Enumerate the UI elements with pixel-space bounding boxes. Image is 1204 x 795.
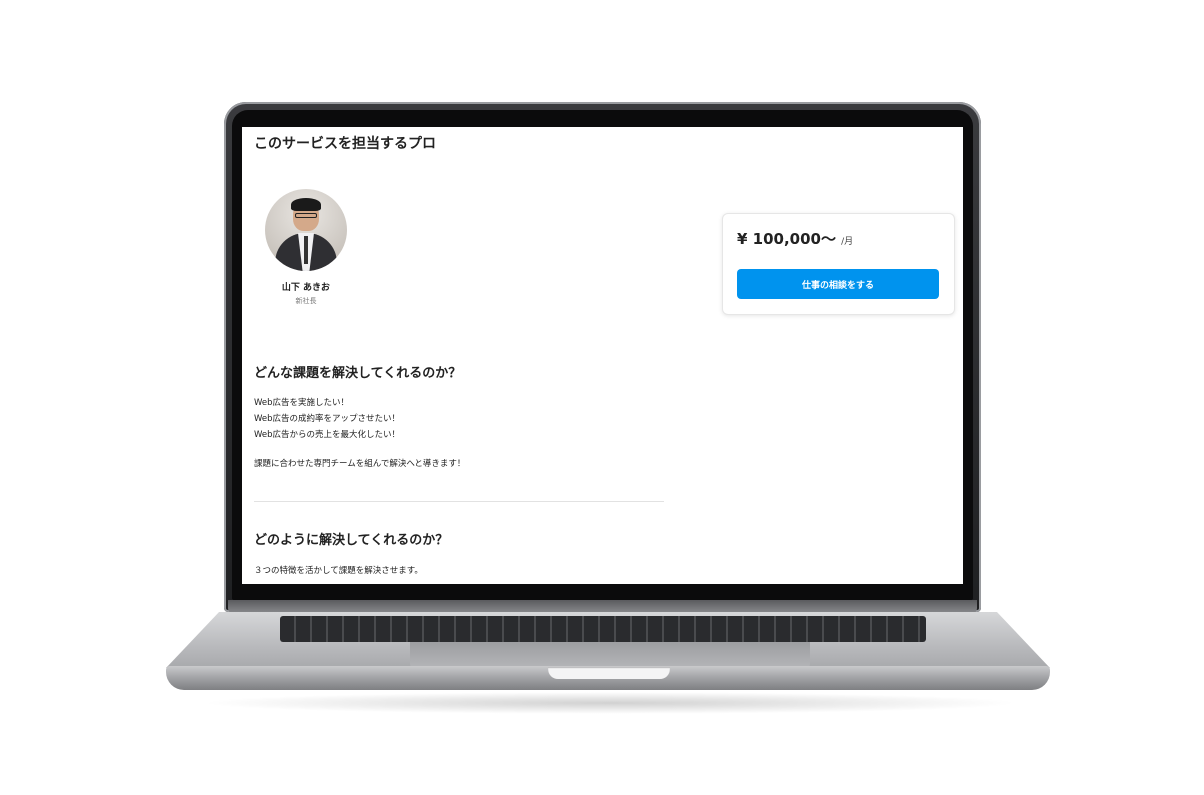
consult-button[interactable]: 仕事の相談をする [737,269,939,299]
section-title: このサービスを担当するプロ [254,136,436,152]
problem-heading: どんな課題を解決してくれるのか？ [254,366,462,381]
solution-intro: ３つの特徴を活かして課題を解決させます。 [254,566,423,576]
trackpad [410,642,810,668]
price: ¥ 100,000〜 /月 [737,228,853,249]
problem-line: Web広告からの売上を最大化したい！ [254,430,401,440]
avatar[interactable] [265,189,347,271]
lid-opening-notch [548,667,670,679]
problem-list: Web広告を実施したい！ Web広告の成約率をアップさせたい！ Web広告からの… [254,395,400,443]
pro-name[interactable]: 山下 あきお [262,280,350,293]
pro-profile[interactable]: 山下 あきお 新社長 [262,189,350,306]
problem-line: Web広告を実施したい！ [254,398,350,408]
problem-summary: 課題に合わせた専門チームを組んで解決へと導きます！ [254,459,466,469]
laptop-screen: このサービスを担当するプロ 山下 あきお 新社長 ¥ 100,000〜 /月 仕… [242,127,963,584]
laptop-shadow [200,692,1020,714]
price-card: ¥ 100,000〜 /月 仕事の相談をする [722,213,955,315]
solution-heading: どのように解決してくれるのか？ [254,533,449,548]
divider [254,501,664,502]
laptop-hinge [228,600,977,614]
price-amount: ¥ 100,000〜 [737,230,836,248]
pro-role: 新社長 [295,297,317,305]
problem-line: Web広告の成約率をアップさせたい！ [254,414,401,424]
keyboard [280,616,926,642]
price-unit: /月 [841,237,854,247]
